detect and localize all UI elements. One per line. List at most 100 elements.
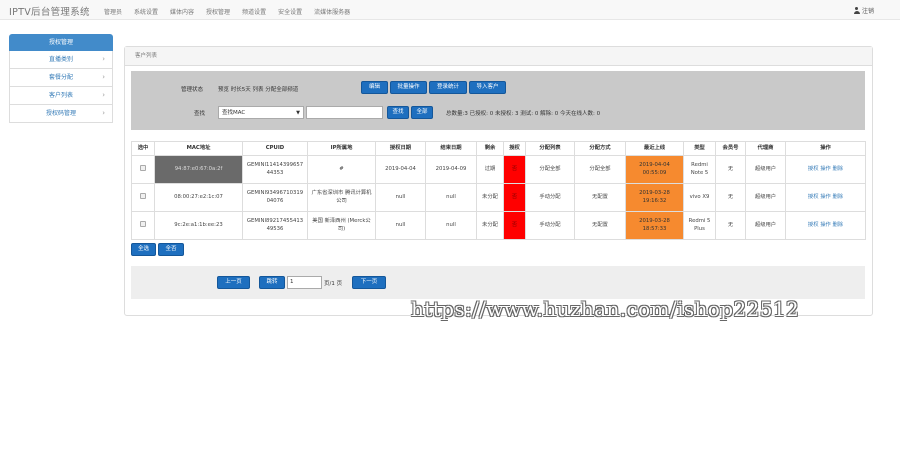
login-stats-button[interactable]: 登录统计 <box>429 81 467 94</box>
chevron-right-icon: › <box>102 73 105 81</box>
end-date-cell: null <box>425 211 477 240</box>
status-label: 管理状态 <box>181 87 204 93</box>
table-row: 08:00:27:e2:1c:07 GEMINI93496710319 0407… <box>131 183 866 212</box>
row-checkbox[interactable] <box>140 220 146 227</box>
col-header: 选中 <box>131 141 155 156</box>
assign-method-cell: 无配置 <box>574 183 626 212</box>
caret-down-icon: ▼ <box>296 110 300 116</box>
sidebar-item-label: 直播类别 <box>48 56 73 63</box>
col-header: 结束日期 <box>425 141 477 156</box>
last-online-cell: 2019-04-04 00:55:09 <box>625 155 684 184</box>
nav-item-security-settings[interactable]: 安全设置 <box>278 7 302 16</box>
col-header: 操作 <box>785 141 866 156</box>
search-button[interactable]: 查找 <box>387 106 409 119</box>
member-id-cell: 无 <box>715 183 746 212</box>
last-online-cell: 2019-03-28 18:57:33 <box>625 211 684 240</box>
sidebar-item-live-category[interactable]: 直播类别 › <box>9 51 113 69</box>
page-count-label: 页/1 页 <box>324 281 343 287</box>
chevron-right-icon: › <box>102 91 105 99</box>
sidebar-title[interactable]: 授权管理 <box>9 34 113 51</box>
chevron-right-icon: › <box>102 55 105 63</box>
import-customers-button[interactable]: 导入客户 <box>469 81 506 94</box>
nav-item-auth-management[interactable]: 授权管理 <box>206 7 230 16</box>
auth-date-cell: null <box>375 211 426 240</box>
col-header: 会员号 <box>715 141 746 156</box>
row-select-cell <box>131 183 155 212</box>
assign-list-cell: 分配全部 <box>525 155 575 184</box>
sidebar-item-package-assign[interactable]: 套餐分配 › <box>9 69 113 87</box>
logout-link[interactable]: 注销 <box>853 6 874 15</box>
col-header: 最近上线 <box>625 141 684 156</box>
search-label: 查找 <box>194 111 206 117</box>
table-row: 9c:2e:a1:1b:ee:23 GEMINI89217455413 4953… <box>131 211 866 240</box>
select-all-button[interactable]: 全选 <box>131 243 156 256</box>
assign-method-cell: 无配置 <box>574 211 626 240</box>
top-nav: 管理员 系统设置 媒体内容 授权管理 频道设置 安全设置 流媒体服务器 <box>104 7 350 16</box>
row-actions[interactable]: 授权 操作 删除 <box>785 183 866 212</box>
col-header: IP所属地 <box>307 141 376 156</box>
watermark-text: https://www.huzhan.com/ishop22512 <box>411 297 800 321</box>
jump-button[interactable]: 跳转 <box>259 276 285 289</box>
filter-toolbar: 管理状态 预览 时长5天 列表 分配全部频道 编辑 批量操作 登录统计 导入客户… <box>131 71 865 130</box>
mac-cell: 08:00:27:e2:1c:07 <box>154 183 243 212</box>
sidebar-item-label: 授权码管理 <box>45 110 76 117</box>
cpuid-cell: GEMINI93496710319 04076 <box>242 183 308 212</box>
nav-item-channel-settings[interactable]: 频道设置 <box>242 7 266 16</box>
brand-title[interactable]: IPTV后台管理系统 <box>9 4 90 18</box>
mac-cell: 9c:2e:a1:1b:ee:23 <box>154 211 243 240</box>
col-header: 授权 <box>503 141 526 156</box>
remaining-cell: 未分配 <box>476 183 504 212</box>
end-date-cell: null <box>425 183 477 212</box>
sidebar-item-label: 客户列表 <box>48 92 73 99</box>
assign-list-cell: 手动分配 <box>525 183 575 212</box>
nav-item-system-settings[interactable]: 系统设置 <box>134 7 158 16</box>
device-type-cell: vivo X9 <box>683 183 716 212</box>
search-field-select[interactable]: 查找MAC ▼ <box>218 106 304 119</box>
status-text: 预览 时长5天 列表 分配全部频道 <box>218 87 299 93</box>
row-checkbox[interactable] <box>140 164 146 171</box>
edit-button[interactable]: 编辑 <box>361 81 388 94</box>
row-actions[interactable]: 授权 操作 删除 <box>785 155 866 184</box>
device-type-cell: Redmi 5 Plus <box>683 211 716 240</box>
col-header: 分配方式 <box>574 141 626 156</box>
sidebar-item-auth-code[interactable]: 授权码管理 › <box>9 105 113 123</box>
col-header: 类型 <box>683 141 716 156</box>
prev-page-button[interactable]: 上一页 <box>217 276 250 289</box>
sidebar-item-label: 套餐分配 <box>48 74 73 81</box>
chevron-right-icon: › <box>102 109 105 117</box>
batch-operation-button[interactable]: 批量操作 <box>390 81 427 94</box>
sidebar-item-customer-list[interactable]: 客户列表 › <box>9 87 113 105</box>
member-id-cell: 无 <box>715 155 746 184</box>
remaining-cell: 过期 <box>476 155 504 184</box>
customer-table: 选中 MAC地址 CPUID IP所属地 授权日期 结束日期 剩余 授权 分配列… <box>131 141 866 240</box>
last-online-cell: 2019-03-28 19:16:32 <box>625 183 684 212</box>
nav-item-streaming-server[interactable]: 流媒体服务器 <box>314 7 350 16</box>
ip-location-cell: # <box>307 155 376 184</box>
row-select-cell <box>131 155 155 184</box>
col-header: 代理商 <box>745 141 786 156</box>
row-checkbox[interactable] <box>140 192 146 199</box>
col-header: CPUID <box>242 141 308 156</box>
show-all-button[interactable]: 全部 <box>411 106 433 119</box>
auth-status-cell: 否 <box>503 183 526 212</box>
auth-date-cell: 2019-04-04 <box>375 155 426 184</box>
select-none-button[interactable]: 全否 <box>158 243 184 256</box>
search-input[interactable] <box>306 106 383 119</box>
next-page-button[interactable]: 下一页 <box>352 276 386 289</box>
ip-location-cell: 广东省深圳市 腾讯计算机公司 <box>307 183 376 212</box>
nav-item-media-content[interactable]: 媒体内容 <box>170 7 194 16</box>
col-header: 授权日期 <box>375 141 426 156</box>
stats-summary: 总数量:3 已授权: 0 未授权: 3 测试: 0 解除: 0 今天在线人数: … <box>446 111 601 117</box>
row-select-cell <box>131 211 155 240</box>
mac-cell: 94:87:e0:67:0a:2f <box>154 155 243 184</box>
logout-label: 注销 <box>861 8 874 15</box>
panel-title: 客户列表 <box>125 47 872 66</box>
nav-item-admin[interactable]: 管理员 <box>104 7 122 16</box>
col-header: 剩余 <box>476 141 504 156</box>
page-number-input[interactable]: 1 <box>287 276 322 289</box>
row-actions[interactable]: 授权 操作 删除 <box>785 211 866 240</box>
auth-status-cell: 否 <box>503 155 526 184</box>
ip-location-cell: 美国 新泽西州 (Merck公司) <box>307 211 376 240</box>
col-header: MAC地址 <box>154 141 243 156</box>
auth-status-cell: 否 <box>503 211 526 240</box>
